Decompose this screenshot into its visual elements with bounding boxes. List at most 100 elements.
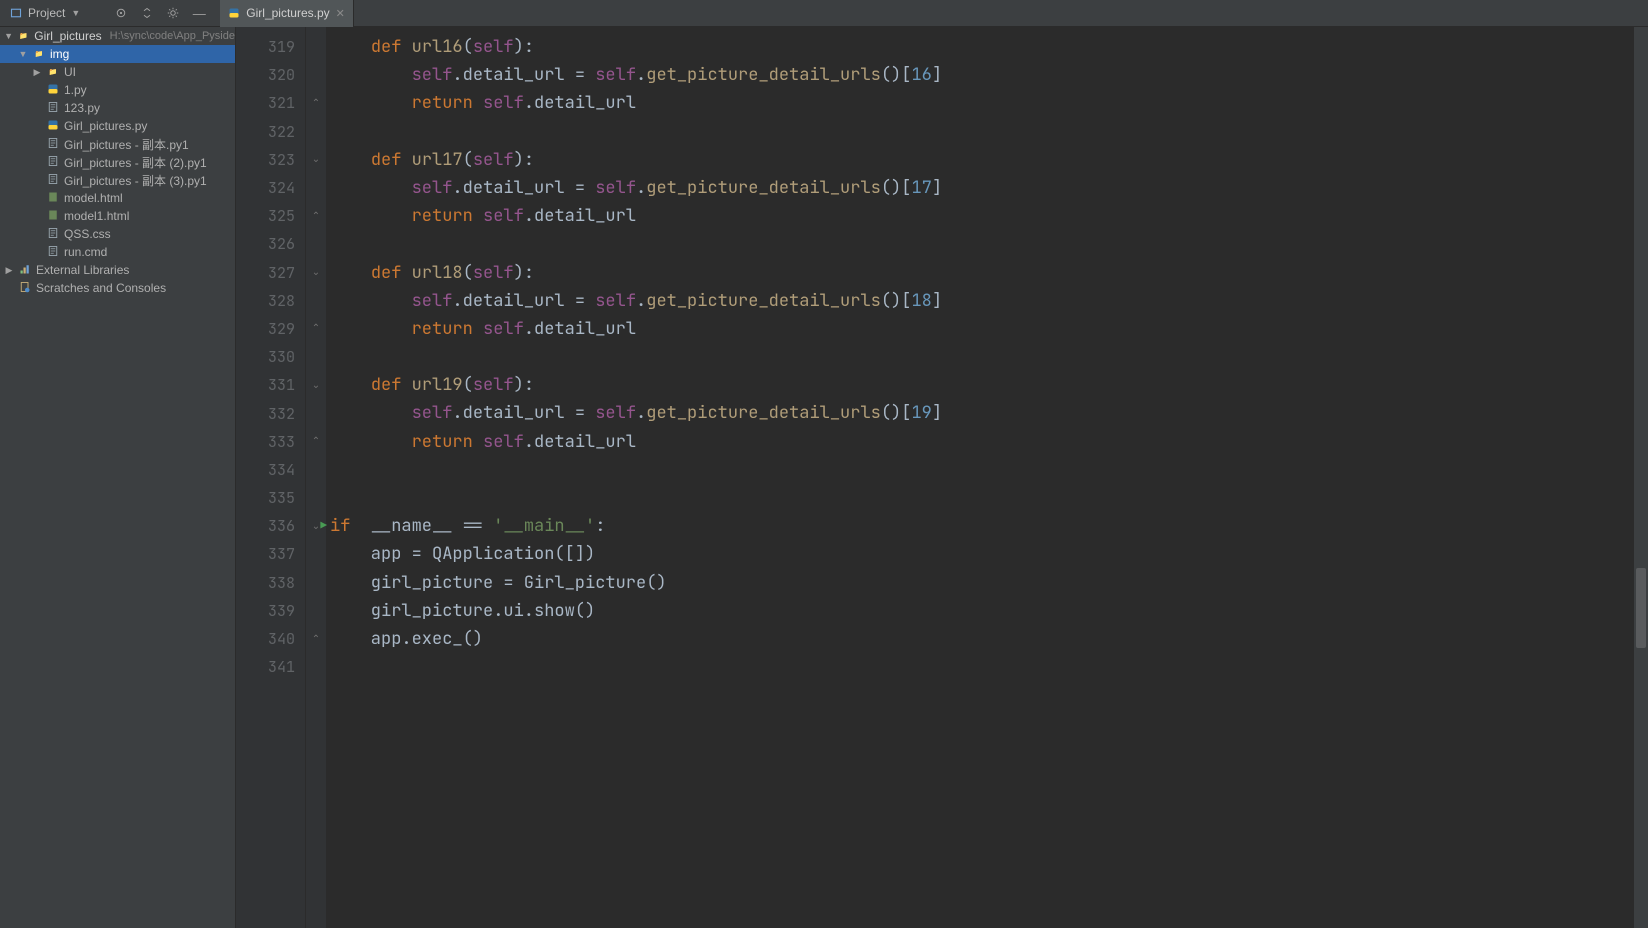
editor-tabs: Girl_pictures.py ✕ [220,0,354,27]
code-line[interactable]: self.detail_url = self.get_picture_detai… [330,399,1634,427]
line-number[interactable]: 337 [236,540,305,568]
project-tool-window-button[interactable]: Project ▼ [4,4,86,22]
chevron-right-icon: ▶ [4,265,14,276]
line-number[interactable]: 341 [236,653,305,681]
close-icon[interactable]: ✕ [336,7,345,20]
line-number[interactable]: 327 [236,259,305,287]
tree-folder[interactable]: ▼📁img [0,45,235,63]
project-label-text: Project [28,6,65,20]
project-sidebar[interactable]: ▼ 📁 Girl_pictures H:\sync\code\App_Pysid… [0,27,236,928]
line-number-gutter[interactable]: 3193203213223233243253263273283293303313… [236,27,306,928]
tree-file[interactable]: model1.html [0,207,235,225]
line-number[interactable]: 336▶ [236,512,305,540]
fold-marker[interactable]: ⌃ [306,625,326,653]
project-icon [10,7,22,19]
code-line[interactable] [330,484,1634,512]
fold-marker[interactable]: ⌃ [306,89,326,117]
fold-marker[interactable]: ⌃ [306,315,326,343]
root-name: Girl_pictures [34,29,101,43]
code-line[interactable]: return self.detail_url [330,428,1634,456]
line-number[interactable]: 322 [236,118,305,146]
line-number[interactable]: 328 [236,287,305,315]
vertical-scrollbar[interactable] [1634,27,1648,928]
code-line[interactable] [330,230,1634,258]
line-number[interactable]: 324 [236,174,305,202]
tree-file[interactable]: run.cmd [0,243,235,261]
code-line[interactable]: app = QApplication([]) [330,540,1634,568]
tree-file[interactable]: model.html [0,189,235,207]
tree-file[interactable]: Girl_pictures - 副本.py1 [0,135,235,153]
run-gutter-icon[interactable]: ▶ [320,519,327,533]
minimize-icon[interactable]: — [188,2,210,24]
file-icon [46,173,60,187]
code-line[interactable] [330,118,1634,146]
tree-item-label: Girl_pictures - 副本 (3).py1 [64,172,207,189]
code-line[interactable] [330,343,1634,371]
code-line[interactable]: return self.detail_url [330,89,1634,117]
line-number[interactable]: 333 [236,428,305,456]
gear-icon[interactable] [162,2,184,24]
tree-file[interactable]: Girl_pictures - 副本 (3).py1 [0,171,235,189]
code-editor[interactable]: def url16(self): self.detail_url = self.… [326,27,1634,928]
tree-folder[interactable]: ▶📁UI [0,63,235,81]
code-line[interactable]: return self.detail_url [330,202,1634,230]
line-number[interactable]: 329 [236,315,305,343]
code-line[interactable]: girl_picture.ui.show() [330,597,1634,625]
locate-icon[interactable] [110,2,132,24]
line-number[interactable]: 323 [236,146,305,174]
fold-marker[interactable]: ⌃ [306,428,326,456]
fold-marker[interactable]: ⌄ [306,259,326,287]
fold-marker [306,287,326,315]
line-number[interactable]: 325 [236,202,305,230]
fold-marker [306,597,326,625]
line-number[interactable]: 340 [236,625,305,653]
line-number[interactable]: 335 [236,484,305,512]
external-libraries[interactable]: ▶ External Libraries [0,261,235,279]
code-line[interactable]: if __name__ == '__main__': [330,512,1634,540]
fold-gutter[interactable]: ⌃⌄⌃⌄⌃⌄⌃⌄⌃ [306,27,326,928]
code-line[interactable]: def url18(self): [330,259,1634,287]
line-number[interactable]: 330 [236,343,305,371]
file-icon [46,155,60,169]
code-line[interactable]: def url17(self): [330,146,1634,174]
file-icon [46,245,60,259]
code-line[interactable] [330,653,1634,681]
line-number[interactable]: 320 [236,61,305,89]
expand-all-icon[interactable] [136,2,158,24]
scratches-consoles[interactable]: Scratches and Consoles [0,279,235,297]
line-number[interactable]: 339 [236,597,305,625]
code-line[interactable]: self.detail_url = self.get_picture_detai… [330,287,1634,315]
scrollbar-thumb[interactable] [1636,568,1646,648]
code-line[interactable]: def url19(self): [330,371,1634,399]
tree-file[interactable]: Girl_pictures - 副本 (2).py1 [0,153,235,171]
line-number[interactable]: 338 [236,569,305,597]
fold-marker[interactable]: ⌄ [306,146,326,174]
line-number[interactable]: 319 [236,33,305,61]
tree-item-label: QSS.css [64,227,111,241]
line-number[interactable]: 331 [236,371,305,399]
tab-girl-pictures[interactable]: Girl_pictures.py ✕ [220,0,354,27]
code-line[interactable]: self.detail_url = self.get_picture_detai… [330,61,1634,89]
line-number[interactable]: 332 [236,399,305,427]
tree-file[interactable]: 1.py [0,81,235,99]
line-number[interactable]: 334 [236,456,305,484]
fold-marker[interactable]: ⌃ [306,202,326,230]
code-line[interactable] [330,456,1634,484]
chevron-icon: ▶ [32,67,42,78]
file-icon [46,227,60,241]
tree-root[interactable]: ▼ 📁 Girl_pictures H:\sync\code\App_Pysid… [0,27,235,45]
code-line[interactable]: return self.detail_url [330,315,1634,343]
fold-marker[interactable]: ⌄ [306,371,326,399]
tree-file[interactable]: Girl_pictures.py [0,117,235,135]
code-line[interactable]: def url16(self): [330,33,1634,61]
tree-item-label: model1.html [64,209,129,223]
tree-file[interactable]: QSS.css [0,225,235,243]
tree-file[interactable]: 123.py [0,99,235,117]
line-number[interactable]: 326 [236,230,305,258]
line-number[interactable]: 321 [236,89,305,117]
code-line[interactable]: app.exec_() [330,625,1634,653]
file-icon [46,209,60,223]
code-line[interactable]: self.detail_url = self.get_picture_detai… [330,174,1634,202]
code-line[interactable]: girl_picture = Girl_picture() [330,569,1634,597]
tree-item-label: UI [64,65,76,79]
